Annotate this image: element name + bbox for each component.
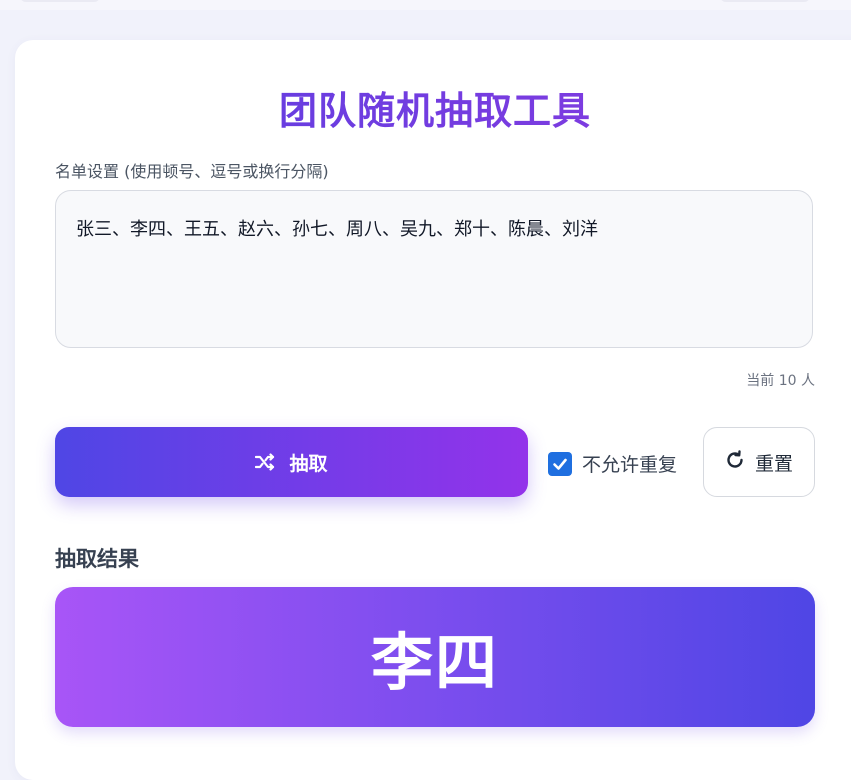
no-repeat-label: 不允许重复 <box>582 454 678 476</box>
draw-button[interactable]: 抽取 <box>55 427 528 497</box>
checkmark-icon <box>553 458 567 470</box>
refresh-icon <box>725 449 745 475</box>
shuffle-icon <box>255 453 275 471</box>
top-strip <box>0 0 851 10</box>
result-display: 李四 <box>55 587 815 727</box>
no-repeat-checkbox[interactable] <box>548 451 572 476</box>
member-count: 当前 10 人 <box>746 373 815 389</box>
no-repeat-option[interactable]: 不允许重复 <box>548 450 677 477</box>
top-pill-right <box>720 0 810 2</box>
names-input[interactable]: 张三、李四、王五、赵六、孙七、周八、吴九、郑十、陈晨、刘洋 <box>55 190 813 348</box>
result-heading: 抽取结果 <box>55 547 139 571</box>
result-name: 李四 <box>370 626 499 699</box>
reset-button-label: 重置 <box>754 452 793 475</box>
main-card: 团队随机抽取工具 名单设置 (使用顿号、逗号或换行分隔) 张三、李四、王五、赵六… <box>15 40 851 780</box>
page-title: 团队随机抽取工具 <box>55 80 815 135</box>
reset-button[interactable]: 重置 <box>703 427 815 497</box>
top-pill-left <box>20 0 100 2</box>
draw-button-label: 抽取 <box>289 452 328 475</box>
names-field-label: 名单设置 (使用顿号、逗号或换行分隔) <box>55 162 329 181</box>
